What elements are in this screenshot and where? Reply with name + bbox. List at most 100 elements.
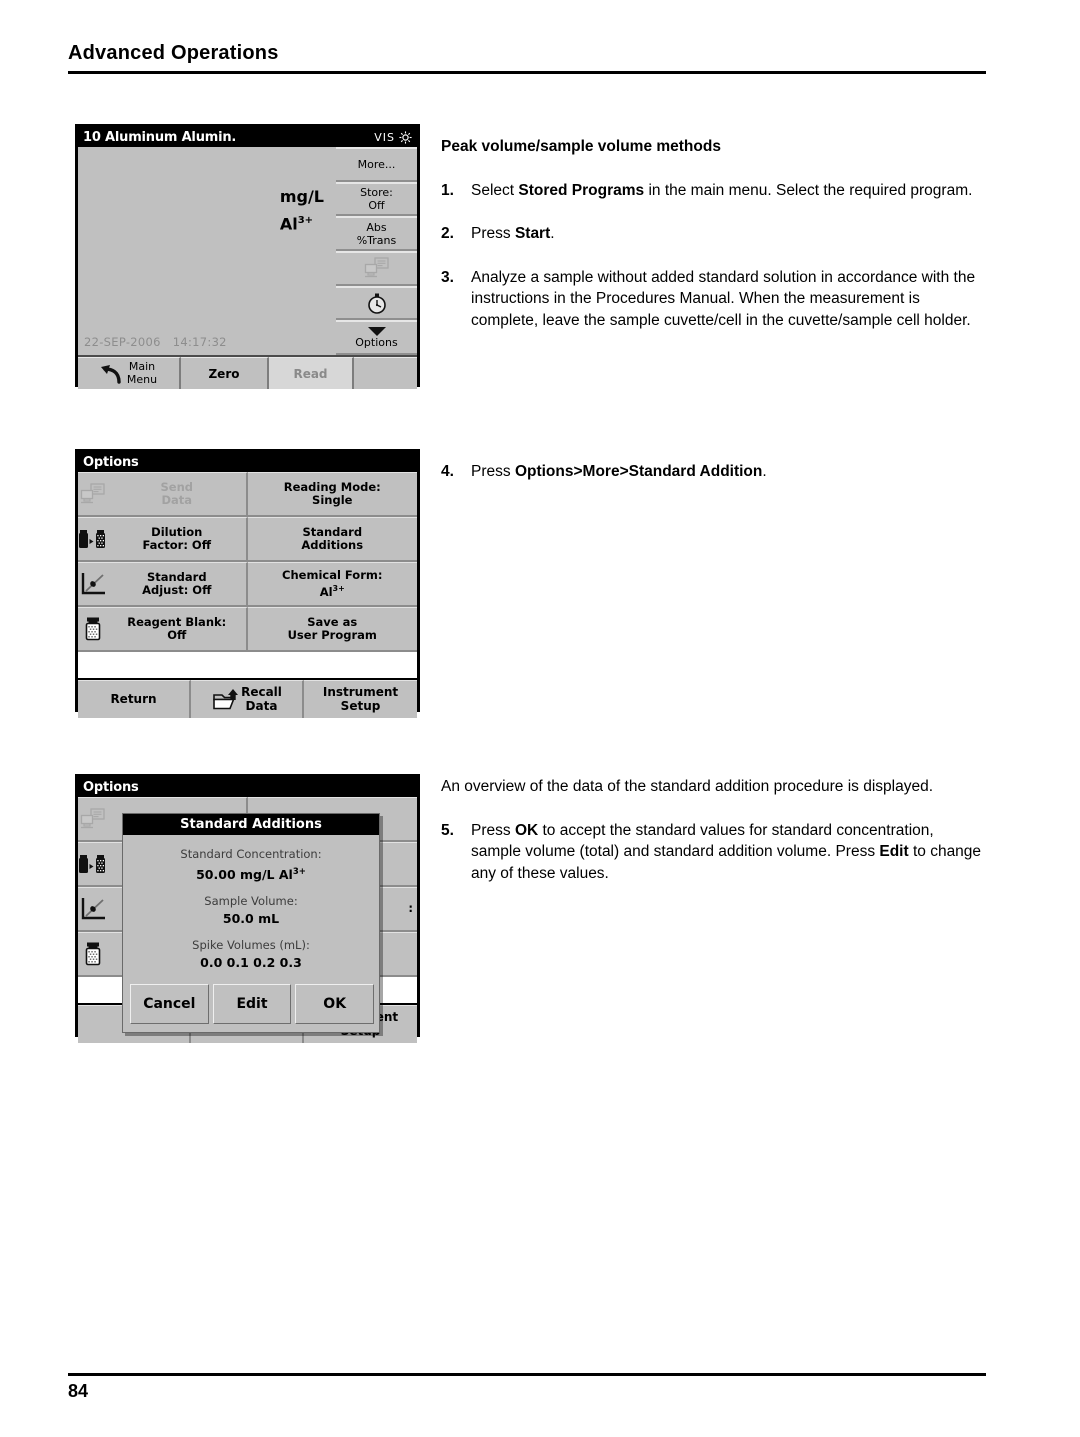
- options-button[interactable]: Options: [336, 320, 417, 356]
- spike-volumes-value: 0.0 0.1 0.2 0.3: [200, 955, 302, 971]
- options-button-label: Options: [355, 335, 398, 349]
- standard-additions-line1: Standard: [302, 524, 363, 539]
- sample-volume-label: Sample Volume:: [204, 894, 298, 909]
- send-data-cell: Send Data: [78, 472, 248, 515]
- store-button[interactable]: Store: Off: [336, 181, 417, 217]
- reading-mode-line2: Single: [312, 493, 353, 507]
- standard-additions-cell[interactable]: Standard Additions: [247, 517, 418, 560]
- edit-button[interactable]: Edit: [212, 984, 292, 1024]
- ok-button[interactable]: OK: [295, 984, 375, 1024]
- step-4-text: Press Options>More>Standard Addition.: [471, 463, 767, 480]
- step-1-text: Select Stored Programs in the main menu.…: [471, 181, 973, 199]
- store-button-label-line2: Off: [368, 199, 385, 212]
- dialog-button-row: Cancel Edit OK: [130, 984, 375, 1024]
- more-button[interactable]: More...: [336, 147, 417, 182]
- chemical-form-line2: Al3+: [319, 584, 345, 599]
- instrument-setup-button[interactable]: Instrument Setup: [304, 680, 417, 718]
- options-titlebar-behind: Options: [78, 777, 417, 797]
- text-block-steps-1-3: Peak volume/sample volume methods 1. Sel…: [441, 136, 987, 353]
- send-data-label: Send Data: [108, 479, 246, 508]
- standard-adjust-label: Standard Adjust: Off: [108, 569, 246, 598]
- main-menu-button[interactable]: Main Menu: [78, 357, 181, 389]
- save-as-user-program-cell[interactable]: Save as User Program: [247, 607, 417, 650]
- store-button-label-line1: Store:: [360, 186, 393, 199]
- sample-volume-value: 50.0 mL: [222, 911, 280, 927]
- spike-volumes-label: Spike Volumes (mL):: [192, 938, 310, 953]
- text-block-step-4: 4. Press Options>More>Standard Addition.: [441, 461, 987, 505]
- dilution-factor-label: Dilution Factor: Off: [108, 524, 246, 553]
- options-row: Reagent Blank: Off Save as User Program: [78, 607, 417, 652]
- page-number: 84: [68, 1381, 89, 1401]
- read-button: Read: [269, 357, 354, 389]
- timer-button[interactable]: [336, 285, 417, 321]
- bottom-options-spacer: [354, 357, 417, 389]
- chevron-down-icon: [367, 326, 386, 336]
- step-2-number: 2.: [441, 225, 454, 242]
- measurement-timestamp: 22-SEP-2006 14:17:32: [84, 335, 227, 349]
- reagent-blank-icon: [78, 616, 108, 642]
- main-menu-line1: Main: [128, 360, 156, 373]
- abs-trans-button[interactable]: Abs %Trans: [336, 216, 417, 252]
- measurement-bottom-bar: Main Menu Zero Read: [78, 355, 417, 389]
- page-title: Advanced Operations: [68, 42, 279, 64]
- main-menu-line2: Menu: [126, 372, 158, 386]
- instrument-setup-label: Instrument Setup: [323, 685, 398, 713]
- send-data-icon: [364, 257, 390, 279]
- dilution-line2: Factor: Off: [142, 538, 212, 552]
- measurement-date: 22-SEP-2006: [84, 335, 161, 349]
- page-header: Advanced Operations: [68, 40, 986, 74]
- standard-adjust-line1: Standard: [146, 569, 207, 584]
- reagent-blank-cell[interactable]: Reagent Blank: Off: [78, 607, 248, 650]
- standard-adjust-icon: [78, 571, 108, 597]
- dilution-factor-cell[interactable]: Dilution Factor: Off: [78, 517, 248, 560]
- return-button[interactable]: Return: [78, 680, 191, 718]
- dialog-title: Standard Additions: [180, 817, 322, 832]
- cancel-button[interactable]: Cancel: [130, 984, 209, 1024]
- standard-adjust-icon: [78, 896, 108, 922]
- step-5-number: 5.: [441, 821, 454, 839]
- send-data-icon: [78, 483, 108, 505]
- options-row: Dilution Factor: Off Standard Additions: [78, 517, 417, 562]
- standard-additions-dialog: Standard Additions Standard Concentratio…: [122, 813, 380, 1033]
- options-grid: Send Data Reading Mode: Single Dilution …: [78, 472, 418, 718]
- section-heading: Peak volume/sample volume methods: [441, 138, 721, 155]
- measurement-titlebar: 10 Aluminum Alumin. VIS: [78, 127, 417, 147]
- dialog-titlebar: Standard Additions: [123, 814, 379, 835]
- step-4-number: 4.: [441, 463, 454, 480]
- chemical-form-cell[interactable]: Chemical Form: Al3+: [247, 562, 418, 605]
- chemical-form-label: Chemical Form: Al3+: [248, 568, 418, 600]
- zero-button[interactable]: Zero: [181, 357, 269, 389]
- step-4: 4. Press Options>More>Standard Addition.: [441, 461, 987, 483]
- timer-icon: [365, 291, 389, 315]
- reading-mode-cell[interactable]: Reading Mode: Single: [247, 472, 417, 515]
- step-5-text: Press OK to accept the standard values f…: [471, 821, 982, 882]
- back-arrow-icon: [100, 364, 122, 384]
- step-1: 1. Select Stored Programs in the main me…: [441, 180, 987, 202]
- measurement-time: 14:17:32: [172, 335, 227, 349]
- step-3-number: 3.: [441, 268, 454, 286]
- step-2-text: Press Start.: [471, 225, 555, 242]
- instrument-setup-line2: Setup: [340, 698, 381, 713]
- more-button-label: More...: [357, 157, 396, 171]
- step-3-text: Analyze a sample without added standard …: [471, 268, 976, 329]
- dilution-line1: Dilution: [151, 524, 203, 539]
- reagent-blank-icon: [78, 941, 108, 967]
- abs-trans-label-line1: Abs: [366, 220, 387, 234]
- step-3: 3. Analyze a sample without added standa…: [441, 267, 987, 332]
- overview-paragraph: An overview of the data of the standard …: [441, 778, 934, 795]
- text-block-overview-step-5: An overview of the data of the standard …: [441, 776, 987, 906]
- standard-additions-screen: Options : Standard Additions Standard Co…: [75, 774, 420, 1043]
- measurement-analyte: Al3+: [279, 214, 314, 234]
- measurement-readout-area: mg/L Al3+ 22-SEP-2006 14:17:32: [78, 147, 338, 355]
- measurement-screen: 10 Aluminum Alumin. VIS mg/L Al3+ 22-SEP…: [75, 124, 420, 389]
- recall-folder-icon: [211, 688, 241, 712]
- standard-adjust-cell[interactable]: Standard Adjust: Off: [78, 562, 248, 605]
- standard-additions-label: Standard Additions: [248, 524, 418, 553]
- recall-data-button[interactable]: Recall Data: [191, 680, 304, 718]
- standard-additions-line2: Additions: [301, 538, 364, 552]
- dilution-icon: [78, 852, 108, 876]
- step-2: 2. Press Start.: [441, 223, 987, 245]
- send-data-line1: Send: [160, 479, 193, 494]
- recall-data-line1: Recall: [241, 685, 282, 699]
- reagent-blank-label: Reagent Blank: Off: [108, 615, 246, 643]
